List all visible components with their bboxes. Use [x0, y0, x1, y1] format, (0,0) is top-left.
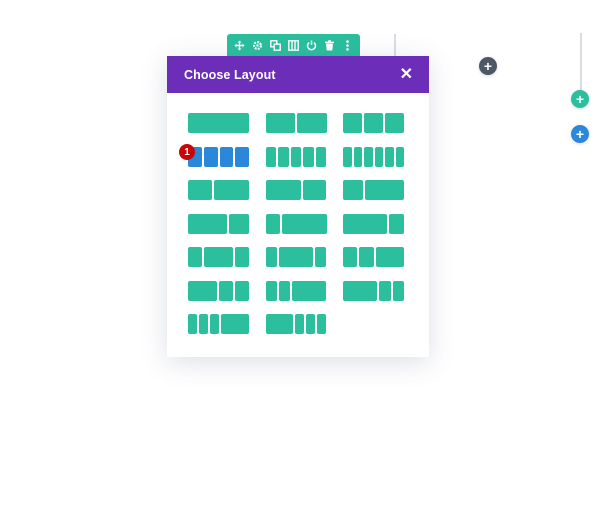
layout-column [359, 247, 374, 267]
layout-column [395, 146, 404, 167]
layout-column [343, 180, 363, 200]
layout-column [297, 113, 327, 133]
move-icon[interactable] [234, 39, 246, 51]
add-module-button[interactable]: + [571, 90, 589, 108]
trash-icon[interactable] [324, 39, 336, 51]
layout-1-2-1-2[interactable] [265, 113, 327, 133]
layout-column [265, 146, 277, 167]
layout-1-5x5[interactable] [265, 146, 327, 167]
layout-column [343, 247, 358, 267]
duplicate-icon[interactable] [270, 39, 282, 51]
step-badge: 1 [179, 144, 195, 160]
layout-column [278, 247, 314, 267]
layout-1-3-2-3[interactable] [343, 180, 404, 200]
layout-column [282, 213, 327, 234]
layout-column [265, 113, 295, 133]
modal-title: Choose Layout [184, 67, 276, 82]
layout-column [265, 180, 301, 200]
layout-column [204, 247, 233, 267]
layout-column [343, 146, 352, 167]
layout-column [188, 314, 198, 334]
layout-1-2-1-6x3[interactable] [265, 314, 327, 334]
layout-column [389, 213, 404, 234]
layout-2-3-1-3[interactable] [188, 213, 249, 234]
layout-1-3x3[interactable] [343, 113, 404, 133]
layout-column [379, 280, 391, 301]
power-icon[interactable] [306, 39, 318, 51]
layout-3-5-1-5-1-5[interactable] [343, 280, 404, 301]
layout-1-2-1-4-1-4[interactable] [188, 280, 249, 301]
layout-column [315, 146, 327, 167]
layout-column [278, 146, 289, 167]
layout-1-5-1-5-3-5[interactable] [265, 280, 327, 301]
layout-1-4x4[interactable] [188, 146, 249, 167]
add-section-button[interactable]: + [571, 125, 589, 143]
layout-1-1[interactable] [188, 113, 249, 133]
layout-1-6x6[interactable] [343, 146, 404, 167]
layout-1-4-3-4[interactable] [265, 213, 327, 234]
layout-column [229, 213, 249, 234]
row-toolbar [227, 34, 360, 56]
layout-column [317, 314, 327, 334]
layout-column [303, 146, 314, 167]
layout-column [302, 180, 327, 200]
layout-column [392, 280, 404, 301]
modal-header: Choose Layout ✕ [167, 56, 429, 93]
layout-column [364, 180, 404, 200]
layout-2-5-3-5[interactable] [188, 180, 249, 200]
layout-column [265, 213, 281, 234]
layout-column [385, 113, 404, 133]
layout-column [278, 280, 291, 301]
layout-column [265, 280, 277, 301]
close-icon[interactable]: ✕ [400, 66, 413, 83]
layout-column [306, 314, 316, 334]
gear-icon[interactable] [252, 39, 264, 51]
layout-1-4-1-4-1-2[interactable] [343, 247, 404, 267]
layout-column [353, 146, 362, 167]
layout-3-4-1-4[interactable] [343, 213, 404, 234]
layout-1-6x3-1-2[interactable] [188, 314, 249, 334]
layout-column [364, 113, 383, 133]
row-guide-line [580, 33, 582, 91]
layout-column [343, 280, 378, 301]
layout-column [375, 247, 404, 267]
layout-column [188, 213, 228, 234]
layout-column [364, 146, 373, 167]
layout-column [290, 146, 302, 167]
layout-column [292, 280, 327, 301]
layout-column [219, 146, 234, 167]
columns-icon[interactable] [288, 39, 300, 51]
layout-column [188, 113, 249, 133]
layout-column [213, 180, 249, 200]
layout-column [343, 213, 388, 234]
layout-3-5-2-5[interactable] [265, 180, 327, 200]
layout-column [235, 146, 249, 167]
layout-column [343, 113, 362, 133]
add-row-button[interactable]: + [479, 57, 497, 75]
more-vertical-icon[interactable] [342, 39, 354, 51]
layout-column [188, 180, 212, 200]
layout-column [385, 146, 394, 167]
layout-column [188, 247, 203, 267]
layout-column [199, 314, 209, 334]
layout-column [203, 146, 218, 167]
choose-layout-modal: Choose Layout ✕ [167, 56, 429, 357]
layout-column [210, 314, 220, 334]
layout-column [265, 247, 277, 267]
layout-column [265, 314, 293, 334]
layout-column [234, 280, 249, 301]
layout-column [315, 247, 327, 267]
layout-1-5-3-5-1-5[interactable] [265, 247, 327, 267]
layout-column [188, 280, 217, 301]
layout-column [374, 146, 383, 167]
layout-column [295, 314, 305, 334]
layout-column [221, 314, 249, 334]
layout-1-4-1-2-1-4[interactable] [188, 247, 249, 267]
layout-column [234, 247, 249, 267]
layout-column [218, 280, 233, 301]
